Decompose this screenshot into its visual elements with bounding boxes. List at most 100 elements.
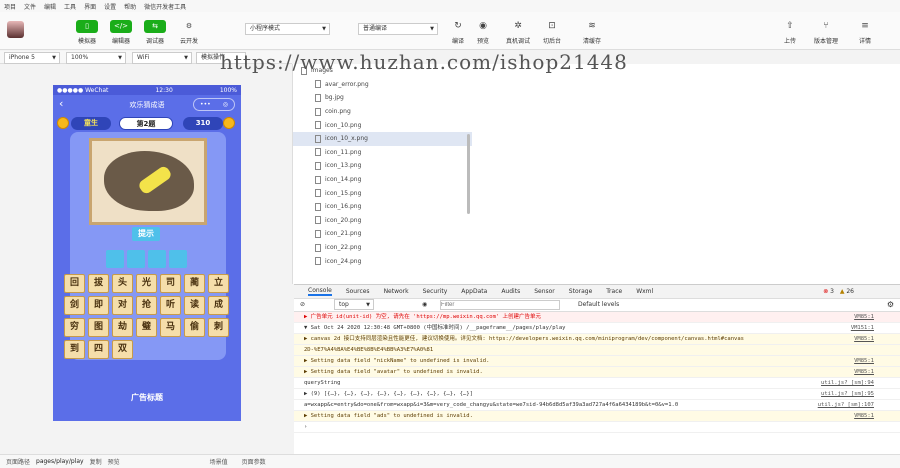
file-item[interactable]: icon_10_x.png (293, 131, 472, 146)
scene-value[interactable]: 场景值 (210, 457, 228, 466)
console-message[interactable]: ▶ canvas 2d 接口支持同层渲染且性能更佳, 建议切换使用。详见文档: … (294, 334, 900, 345)
zoom-select[interactable]: 100% ▼ (66, 52, 126, 64)
console-filter-input[interactable] (440, 300, 560, 310)
file-item[interactable]: icon_15.png (293, 186, 472, 200)
character-tile[interactable]: 即 (88, 296, 109, 315)
menu-item[interactable]: 工具 (64, 2, 76, 11)
scrollbar[interactable] (467, 134, 470, 214)
avatar[interactable] (7, 21, 24, 38)
tab-audits[interactable]: Audits (501, 288, 520, 295)
menu-item[interactable]: 编辑 (44, 2, 56, 11)
character-tile[interactable]: 拔 (88, 274, 109, 293)
character-tile[interactable]: 头 (112, 274, 133, 293)
file-item[interactable]: bg.jpg (293, 91, 472, 105)
character-tile[interactable]: 劫 (112, 318, 133, 337)
file-item[interactable]: coin.png (293, 105, 472, 119)
source-link[interactable]: VM85:1 (854, 312, 874, 322)
character-tile[interactable]: 抢 (136, 296, 157, 315)
real-debug-button[interactable]: ✲ 真机调试 (503, 20, 533, 45)
device-select[interactable]: iPhone 5 ▼ (4, 52, 60, 64)
character-tile[interactable]: 到 (64, 340, 85, 359)
source-link[interactable]: VM85:1 (854, 334, 874, 344)
console-message[interactable]: ▶ 广告单元 id(unit-id) 为空, 请先在 'https://mp.w… (294, 312, 900, 323)
console-message[interactable]: › (294, 422, 900, 433)
character-tile[interactable]: 图 (88, 318, 109, 337)
menu-item[interactable]: 设置 (104, 2, 116, 11)
menu-item[interactable]: 界面 (84, 2, 96, 11)
tab-appdata[interactable]: AppData (461, 288, 487, 295)
more-icon[interactable]: ••• (200, 101, 211, 108)
source-link[interactable]: VM85:1 (854, 411, 874, 421)
upload-button[interactable]: ⇧ 上传 (775, 20, 805, 45)
tab-trace[interactable]: Trace (606, 288, 622, 295)
source-link[interactable]: util.js? [sm]:94 (821, 378, 874, 388)
tab-sources[interactable]: Sources (346, 288, 370, 295)
file-item[interactable]: icon_21.png (293, 227, 472, 241)
levels-select[interactable]: Default levels (578, 301, 619, 308)
tab-security[interactable]: Security (423, 288, 448, 295)
tab-network[interactable]: Network (384, 288, 409, 295)
menu-item[interactable]: 文件 (24, 2, 36, 11)
character-tile[interactable]: 刺 (208, 318, 229, 337)
answer-slot[interactable] (169, 250, 187, 268)
tab-console[interactable]: Console (308, 287, 332, 296)
console-message[interactable]: ▶ Setting data field "nickName" to undef… (294, 356, 900, 367)
hint-button[interactable]: 提示 (132, 227, 160, 241)
character-tile[interactable]: 司 (160, 274, 181, 293)
simulator-button[interactable]: ▯ 模拟器 (70, 20, 104, 45)
menu-item[interactable]: 帮助 (124, 2, 136, 11)
console-message[interactable]: ▶ (9) [{…}, {…}, {…}, {…}, {…}, {…}, {…}… (294, 389, 900, 400)
character-tile[interactable]: 璧 (136, 318, 157, 337)
character-tile[interactable]: 立 (208, 274, 229, 293)
character-tile[interactable]: 读 (184, 296, 205, 315)
mode-select[interactable]: 小程序模式 ▼ (245, 23, 330, 35)
console-message[interactable]: ▼ Sat Oct 24 2020 12:30:48 GMT+0800 (中国标… (294, 323, 900, 334)
character-tile[interactable]: 光 (136, 274, 157, 293)
close-icon[interactable]: ◎ (223, 101, 228, 108)
compile-mode-select[interactable]: 普通编译 ▼ (358, 23, 438, 35)
console-message[interactable]: a=wxapp&c=entry&do=one&from=wxapp&i=3&m=… (294, 400, 900, 411)
capsule-button[interactable]: ••• ◎ (193, 98, 235, 111)
file-item[interactable]: icon_22.png (293, 241, 472, 255)
file-item[interactable]: icon_16.png (293, 200, 472, 214)
preview-button[interactable]: ◉ 预览 (468, 20, 498, 45)
answer-slot[interactable] (148, 250, 166, 268)
answer-slot[interactable] (106, 250, 124, 268)
menu-item[interactable]: 项目 (4, 2, 16, 11)
warning-count[interactable]: ▲ 26 (840, 288, 868, 295)
gear-icon[interactable]: ⚙ (887, 300, 894, 309)
network-select[interactable]: WiFi ▼ (132, 52, 192, 64)
file-item[interactable]: icon_24.png (293, 254, 472, 268)
source-link[interactable]: VM85:1 (854, 367, 874, 377)
clear-cache-button[interactable]: ≋ 清缓存 (577, 20, 607, 45)
character-tile[interactable]: 成 (208, 296, 229, 315)
character-tile[interactable]: 双 (112, 340, 133, 359)
character-tile[interactable]: 马 (160, 318, 181, 337)
file-item[interactable]: icon_14.png (293, 173, 472, 187)
copy-link[interactable]: 复制 (90, 457, 102, 466)
character-tile[interactable]: 四 (88, 340, 109, 359)
eye-icon[interactable]: ◉ (422, 301, 427, 308)
console-message[interactable]: ▶ Setting data field "avatar" to undefin… (294, 367, 900, 378)
file-item[interactable]: icon_10.png (293, 118, 472, 132)
tab-storage[interactable]: Storage (569, 288, 592, 295)
console-message[interactable]: 2D-%E7%A4%BA%E4%BE%8B%E4%BB%A3%E7%A0%81 (294, 345, 900, 356)
debugger-button[interactable]: ⇆ 调试器 (138, 20, 172, 45)
character-tile[interactable]: 蔺 (184, 274, 205, 293)
source-link[interactable]: util.js? [sm]:95 (821, 389, 874, 399)
details-button[interactable]: ≡ 详情 (850, 20, 880, 45)
character-tile[interactable]: 回 (64, 274, 85, 293)
console-message[interactable]: ▶ Setting data field "ads" to undefined … (294, 411, 900, 422)
source-link[interactable]: util.js? [sm]:107 (818, 400, 874, 410)
cut-background-button[interactable]: ⊡ 切后台 (537, 20, 567, 45)
tab-wxml[interactable]: Wxml (636, 288, 653, 295)
cloud-button[interactable]: ⚙ 云开发 (172, 20, 206, 45)
character-tile[interactable]: 听 (160, 296, 181, 315)
preview-link[interactable]: 预览 (108, 457, 120, 466)
context-select[interactable]: top ▼ (334, 299, 374, 310)
menu-item[interactable]: 微信开发者工具 (144, 2, 186, 11)
file-item[interactable]: avar_error.png (293, 78, 472, 92)
file-item[interactable]: icon_13.png (293, 159, 472, 173)
editor-button[interactable]: </> 编辑器 (104, 20, 138, 45)
source-link[interactable]: VM85:1 (854, 356, 874, 366)
